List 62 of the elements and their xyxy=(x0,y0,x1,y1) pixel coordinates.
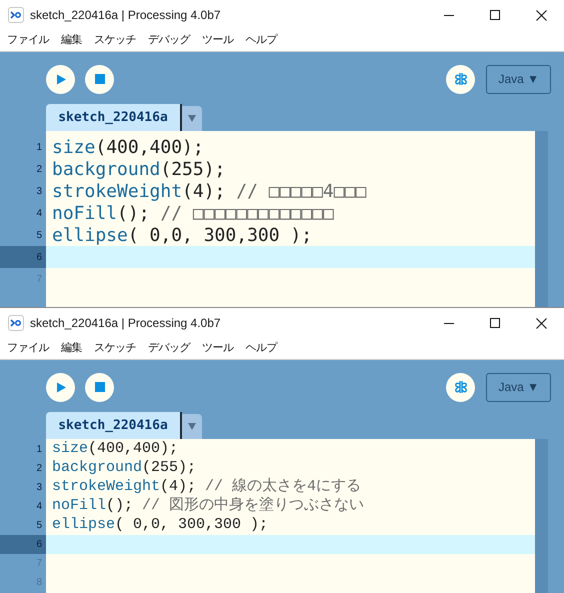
app-icon xyxy=(8,315,24,331)
close-icon xyxy=(536,10,546,20)
run-button[interactable] xyxy=(46,372,75,402)
menu-item[interactable]: ファイル xyxy=(7,32,49,49)
code-line: ellipse( 0,0, 300,300 ); xyxy=(52,224,312,248)
run-button[interactable] xyxy=(46,64,75,94)
menu-item[interactable]: ヘルプ xyxy=(246,340,277,357)
file-tab[interactable]: sketch_220416a xyxy=(46,412,182,439)
line-number: 4 xyxy=(35,500,43,514)
tab-menu-button[interactable] xyxy=(182,414,202,439)
maximize-icon xyxy=(490,10,500,20)
line-number: 5 xyxy=(35,228,43,242)
menu-item[interactable]: デバッグ xyxy=(148,340,190,357)
stop-button[interactable] xyxy=(85,64,114,94)
code-line: background(255); xyxy=(52,158,226,182)
stop-button[interactable] xyxy=(85,372,114,402)
line-number: 5 xyxy=(35,519,43,533)
menu-item[interactable]: デバッグ xyxy=(148,32,190,49)
mode-selector[interactable]: Java ▼ xyxy=(486,372,551,402)
line-number: 3 xyxy=(35,184,43,198)
file-tab[interactable]: sketch_220416a xyxy=(46,104,182,131)
stop-icon xyxy=(94,382,104,392)
play-icon xyxy=(56,74,66,84)
code-line: ellipse( 0,0, 300,300 ); xyxy=(52,515,268,536)
code-line: noFill(); // □□□□□□□□□□□□□ xyxy=(52,202,334,226)
menu-item[interactable]: ファイル xyxy=(7,340,49,357)
stop-icon xyxy=(94,74,104,84)
play-icon xyxy=(56,382,66,392)
line-number: 2 xyxy=(35,462,43,476)
close-icon xyxy=(536,318,546,328)
line-number: 4 xyxy=(35,206,43,220)
menu-item[interactable]: ツール xyxy=(202,32,234,49)
butterfly-icon xyxy=(454,72,468,86)
menu-item[interactable]: スケッチ xyxy=(94,340,136,357)
line-number: 1 xyxy=(35,140,43,154)
caret-icon xyxy=(188,423,196,430)
app-icon xyxy=(8,7,24,23)
butterfly-icon xyxy=(454,380,468,394)
debug-button[interactable] xyxy=(446,64,476,94)
code-line: strokeWeight(4); // 線の太さを4にする xyxy=(52,476,362,496)
code-line: strokeWeight(4); // □□□□□4□□□ xyxy=(52,180,366,204)
code-line: size(400,400); xyxy=(52,439,178,460)
maximize-icon xyxy=(490,318,500,328)
menu-item[interactable]: ヘルプ xyxy=(246,32,277,49)
menu-item[interactable]: スケッチ xyxy=(94,32,136,49)
menu-item[interactable]: 編集 xyxy=(61,32,82,49)
tab-menu-button[interactable] xyxy=(182,106,202,131)
code-line: background(255); xyxy=(52,458,196,478)
mode-selector[interactable]: Java ▼ xyxy=(486,64,551,94)
line-number: 1 xyxy=(35,443,43,457)
line-number: 2 xyxy=(35,162,43,176)
menu-item[interactable]: ツール xyxy=(202,340,234,357)
caret-icon xyxy=(188,115,196,122)
code-line: size(400,400); xyxy=(52,136,204,160)
window-title: sketch_220416a | Processing 4.0b7 xyxy=(30,315,221,332)
debug-button[interactable] xyxy=(446,372,476,402)
menu-item[interactable]: 編集 xyxy=(61,340,82,357)
code-line: noFill(); // 図形の中身を塗りつぶさない xyxy=(52,496,364,516)
line-number: 6 xyxy=(0,246,46,268)
line-number: 3 xyxy=(35,481,43,495)
line-number: 6 xyxy=(0,535,46,554)
window-title: sketch_220416a | Processing 4.0b7 xyxy=(30,7,221,24)
